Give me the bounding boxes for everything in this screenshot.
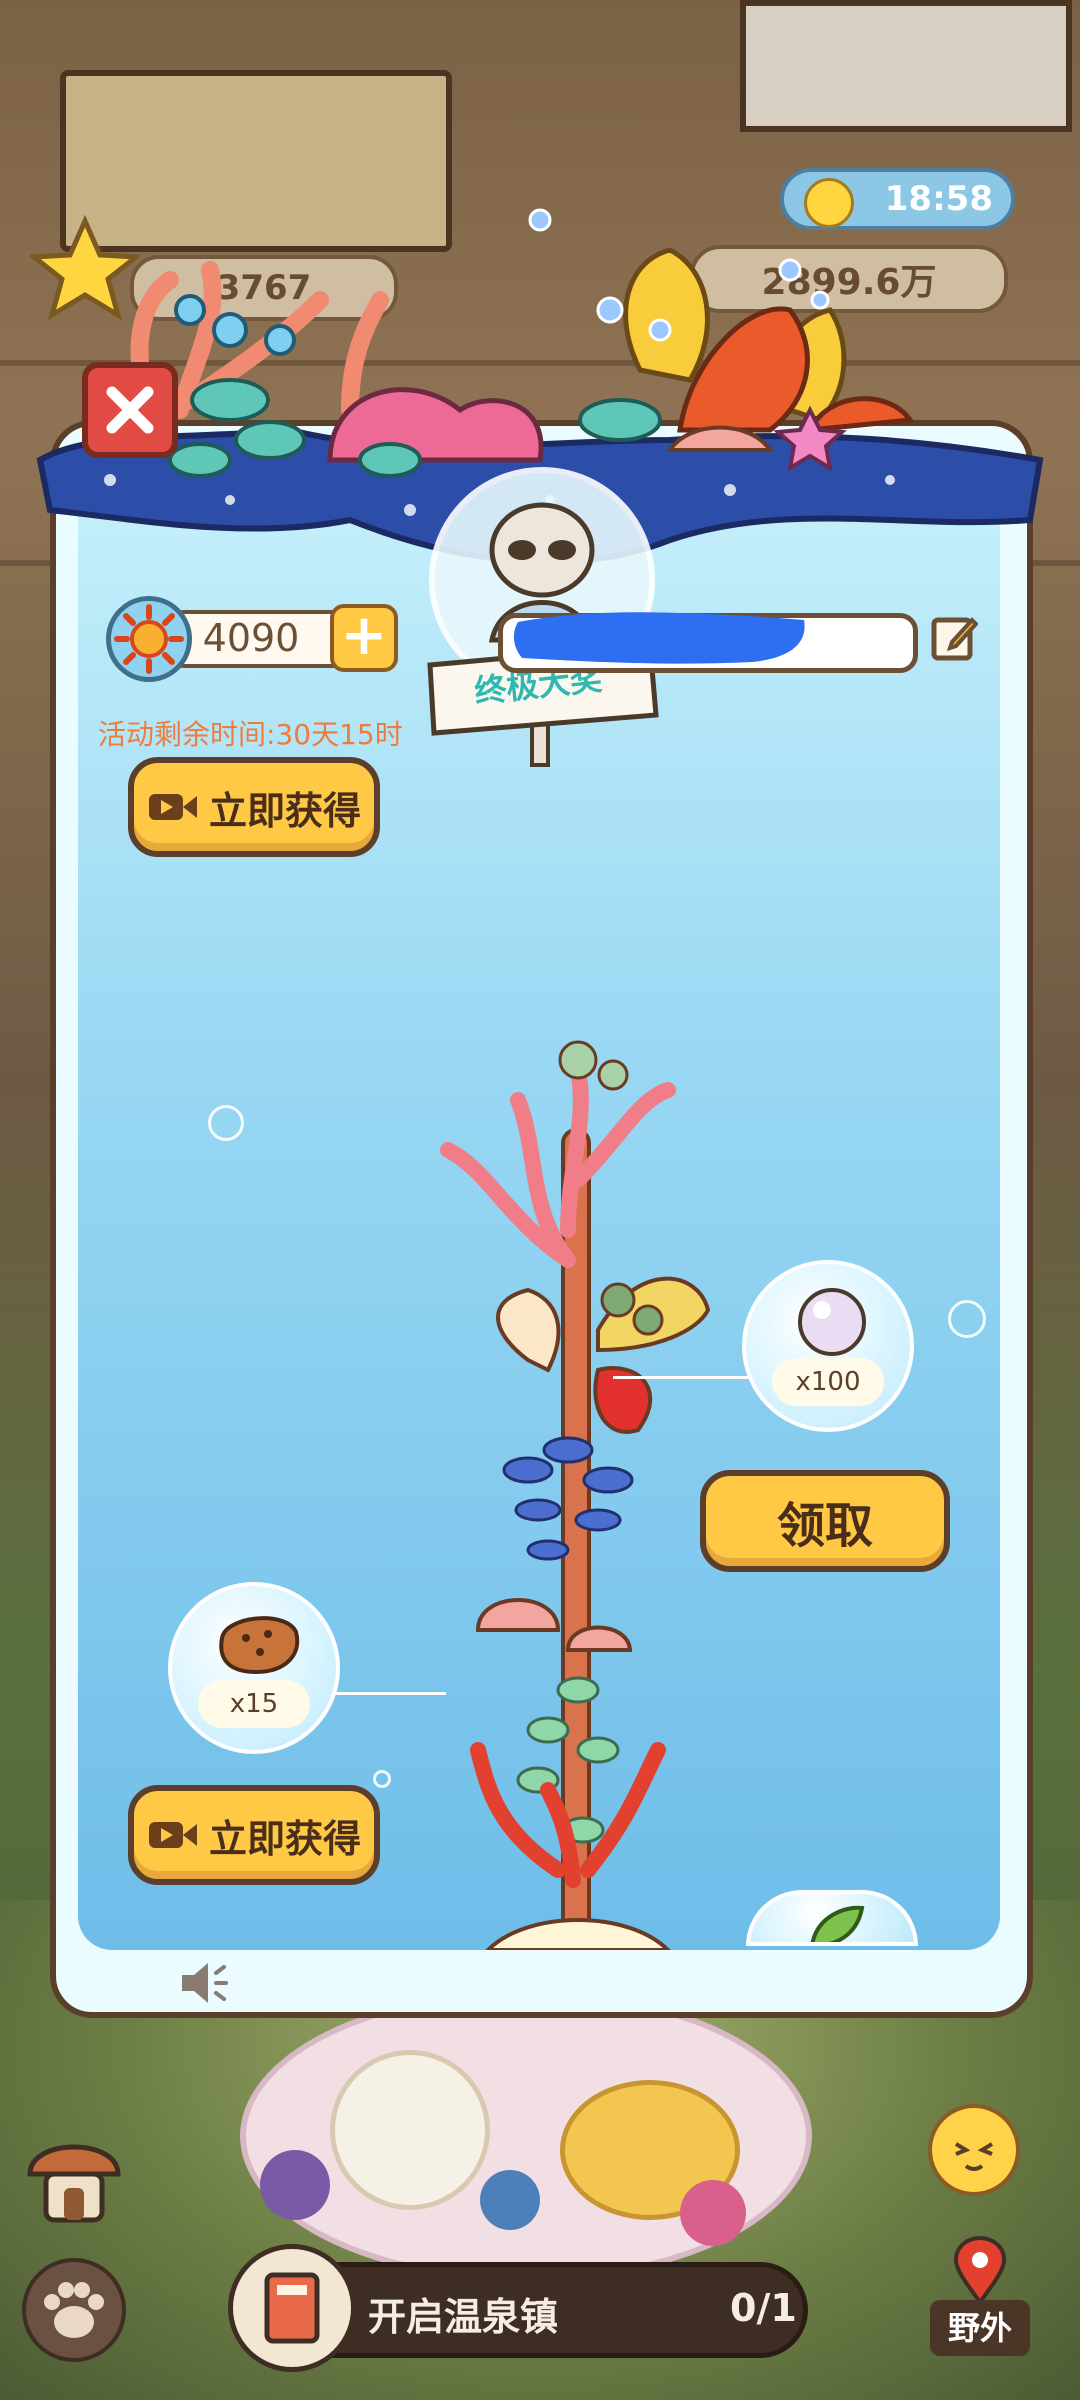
house-button[interactable] <box>24 2118 124 2228</box>
claim-button[interactable]: 领取 <box>700 1470 950 1572</box>
close-button[interactable] <box>82 362 178 458</box>
cookie-icon <box>219 1616 300 1675</box>
get-now-bottom-label: 立即获得 <box>208 1816 361 1861</box>
quest-progress: 0/1 <box>730 2286 797 2330</box>
quest-title: 开启温泉镇 <box>368 2295 559 2339</box>
video-icon <box>148 1822 197 1848</box>
room-wall <box>740 0 1072 132</box>
redacted-name-scribble <box>513 612 805 664</box>
edit-icon <box>931 617 979 661</box>
paw-icon <box>44 2282 104 2338</box>
sun-currency-value: 4090 <box>202 616 300 660</box>
reward-pearl-bubble[interactable]: x100 <box>742 1260 914 1432</box>
reward-leaf-bubble[interactable] <box>746 1890 918 1946</box>
reward-food-bubble[interactable]: x15 <box>168 1582 340 1754</box>
speaker-icon <box>182 1963 228 2003</box>
smile-face-icon <box>954 2142 994 2171</box>
wild-button[interactable]: 野外 <box>930 2300 1030 2356</box>
reward-food-count: x15 <box>198 1680 310 1728</box>
get-now-bottom-button[interactable]: 立即获得 <box>128 1785 380 1885</box>
get-now-top-label: 立即获得 <box>208 788 361 833</box>
video-icon <box>148 794 197 820</box>
leaf-icon <box>810 1905 865 1942</box>
mushroom-house-icon <box>27 2144 121 2223</box>
event-countdown: 活动剩余时间:30天15时 <box>98 718 403 751</box>
reward-pearl-count: x100 <box>772 1358 884 1406</box>
map-pin-icon <box>952 2235 1008 2306</box>
plus-icon: + <box>340 603 388 668</box>
pets-button[interactable] <box>22 2258 126 2362</box>
pearl-icon <box>798 1288 866 1356</box>
sun-icon <box>106 596 192 682</box>
edit-name-button[interactable] <box>930 612 979 664</box>
emotion-button[interactable] <box>928 2104 1020 2196</box>
close-icon <box>106 386 154 434</box>
sun-currency: 4090 + <box>106 596 398 682</box>
quest-book-icon[interactable] <box>228 2244 356 2372</box>
sound-toggle-button[interactable] <box>176 1955 232 2011</box>
get-now-top-button[interactable]: 立即获得 <box>128 757 380 857</box>
add-currency-button[interactable]: + <box>330 604 398 672</box>
